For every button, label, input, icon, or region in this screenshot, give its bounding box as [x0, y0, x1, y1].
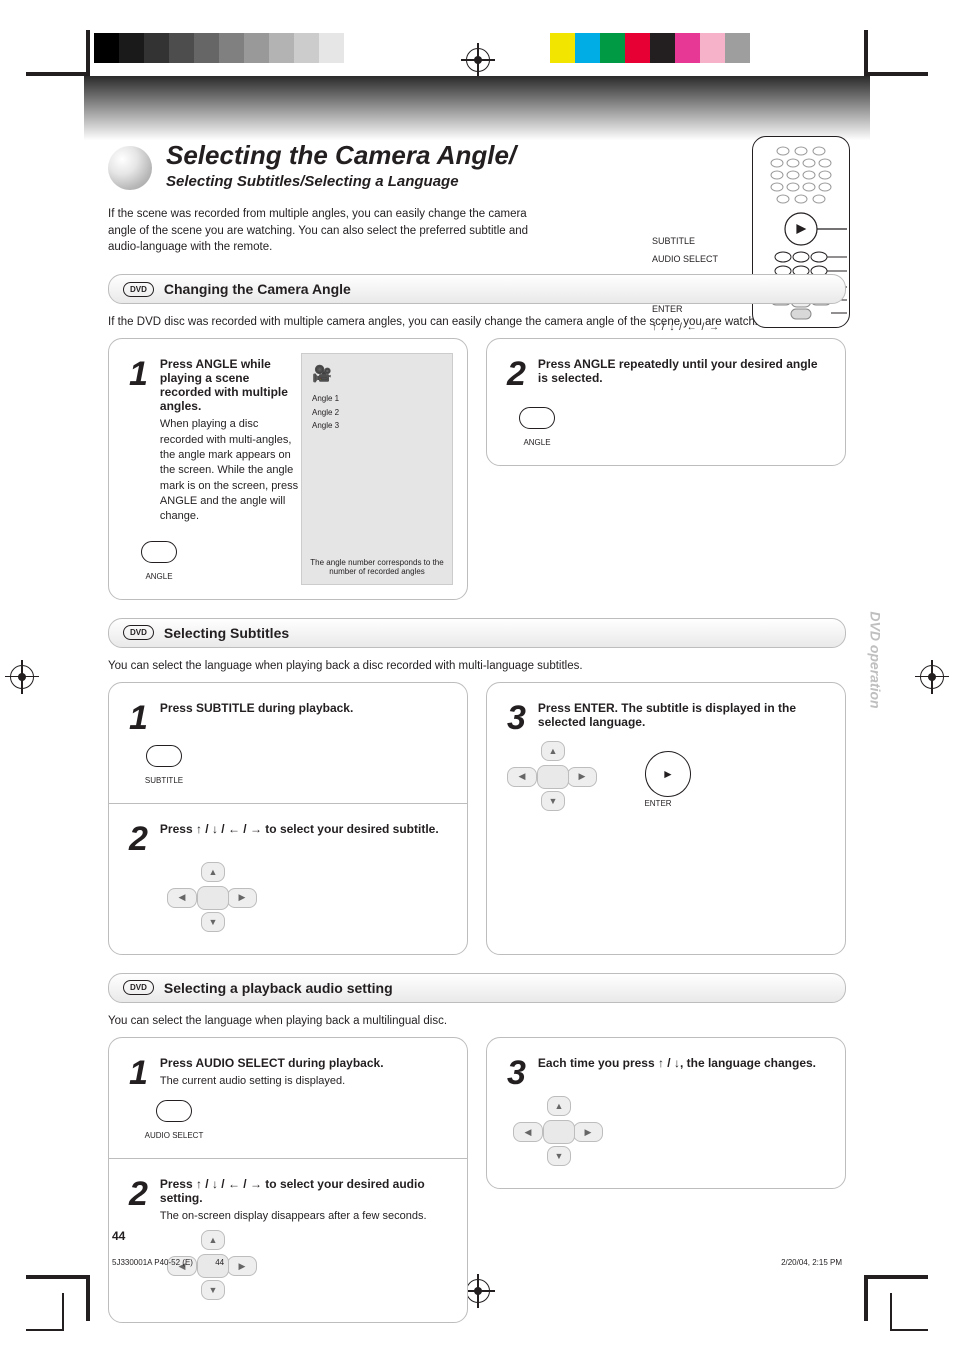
camera-icon: 🎥 — [312, 364, 332, 384]
step-number: 2 — [507, 357, 526, 391]
header-gradient — [84, 76, 870, 140]
swatch — [550, 33, 575, 63]
step-card: 2 Press ANGLE repeatedly until your desi… — [486, 338, 846, 466]
crop-mark — [864, 30, 868, 76]
crop-mark — [890, 1329, 928, 1331]
swatch — [650, 33, 675, 63]
step-card: 1 Press SUBTITLE during playback. SUBTIT… — [108, 682, 468, 955]
dvd-badge: DVD — [123, 282, 154, 297]
registration-target-icon — [920, 665, 944, 689]
dvd-badge: DVD — [123, 625, 154, 640]
crop-mark — [868, 72, 928, 76]
registration-target-icon — [10, 665, 34, 689]
crop-mark — [26, 72, 86, 76]
crop-mark — [86, 30, 90, 76]
remote-button-labels: SUBTITLE AUDIO SELECT ANGLE ENTER ↑ / ↓ … — [652, 208, 738, 336]
dvd-badge: DVD — [123, 980, 154, 995]
section-title: Changing the Camera Angle — [164, 281, 351, 297]
crop-mark — [62, 1293, 64, 1331]
swatch — [625, 33, 650, 63]
section-ball-icon — [108, 146, 152, 190]
dpad-icon: ▲▼ ◀▶ — [507, 741, 597, 811]
angle-button-icon — [519, 407, 555, 429]
swatch — [294, 33, 319, 63]
swatch — [94, 33, 119, 63]
swatch — [725, 33, 750, 63]
swatch — [119, 33, 144, 63]
section-bar-subtitles: DVD Selecting Subtitles — [108, 618, 846, 648]
step-number: 1 — [129, 701, 148, 735]
tv-screen: 🎥 Angle 1 Angle 2 Angle 3 The angle numb… — [301, 353, 453, 585]
section-title: Selecting a playback audio setting — [164, 980, 393, 996]
color-swatches — [550, 33, 750, 63]
step-number: 3 — [507, 1056, 526, 1090]
swatch — [244, 33, 269, 63]
subtitle-button-icon — [146, 745, 182, 767]
swatch — [675, 33, 700, 63]
step-card: 3 Each time you press ↑ / ↓, the languag… — [486, 1037, 846, 1189]
step-number: 2 — [129, 822, 148, 856]
swatch — [194, 33, 219, 63]
intro-text: If the scene was recorded from multiple … — [108, 206, 538, 256]
swatch — [269, 33, 294, 63]
section-title: Selecting Subtitles — [164, 625, 289, 641]
crop-mark — [86, 1275, 90, 1321]
section-sub: You can select the language when playing… — [108, 658, 846, 674]
registration-target-icon — [466, 48, 490, 72]
enter-button-icon: ► — [642, 748, 694, 800]
swatch — [600, 33, 625, 63]
section-sub: You can select the language when playing… — [108, 1013, 846, 1029]
section-bar-audio: DVD Selecting a playback audio setting — [108, 973, 846, 1003]
page-number: 44 — [112, 1229, 125, 1243]
step-card: 3 Press ENTER. The subtitle is displayed… — [486, 682, 846, 955]
dpad-icon: ▲▼ ◀▶ — [167, 862, 257, 932]
side-tab-label: DVD operation — [864, 560, 888, 760]
swatch — [169, 33, 194, 63]
swatch — [219, 33, 244, 63]
page-title: Selecting the Camera Angle/ — [166, 140, 516, 171]
step-number: 1 — [129, 357, 148, 391]
grayscale-swatches — [94, 33, 369, 63]
footer-datetime: 2/20/04, 2:15 PM — [781, 1258, 842, 1267]
crop-mark — [890, 1293, 892, 1331]
crop-mark — [26, 1275, 86, 1279]
step-number: 1 — [129, 1056, 148, 1090]
step-card: 🎥 Angle 1 Angle 2 Angle 3 The angle numb… — [108, 338, 468, 600]
page-subtitle: Selecting Subtitles/Selecting a Language — [166, 173, 516, 190]
crop-mark — [26, 1329, 64, 1331]
dpad-icon: ▲▼ ◀▶ — [513, 1096, 603, 1166]
step-number: 2 — [129, 1177, 148, 1211]
crop-mark — [864, 1275, 868, 1321]
step-card: 1 Press AUDIO SELECT during playback. Th… — [108, 1037, 468, 1323]
section-bar-angle: DVD Changing the Camera Angle — [108, 274, 846, 304]
swatch — [344, 33, 369, 63]
crop-mark — [868, 1275, 928, 1279]
swatch — [575, 33, 600, 63]
swatch — [319, 33, 344, 63]
step-number: 3 — [507, 701, 526, 735]
swatch — [144, 33, 169, 63]
audio-select-button-icon — [156, 1100, 192, 1122]
swatch — [700, 33, 725, 63]
angle-button-icon — [141, 541, 177, 563]
footer-file: 5J330001A P40-52 (E) 44 — [112, 1258, 224, 1267]
